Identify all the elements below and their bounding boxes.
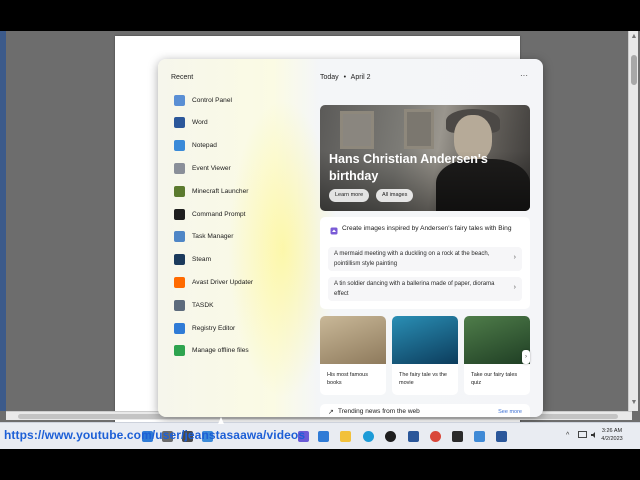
- story-card[interactable]: His most famous books: [320, 316, 386, 395]
- control-panel-icon: [174, 94, 185, 106]
- recent-item[interactable]: Manage offline files: [174, 343, 314, 359]
- recent-item-label: Word: [192, 119, 208, 127]
- recent-item[interactable]: TASDK: [174, 297, 314, 313]
- recent-item-label: Avast Driver Updater: [192, 278, 254, 286]
- recent-item-label: Command Prompt: [192, 210, 246, 218]
- channel-url-overlay: https://www.youtube.com/user/jeanstasaaw…: [4, 428, 306, 442]
- clock-date: 4/2/2023: [601, 436, 623, 442]
- registry-icon: [174, 322, 185, 334]
- recent-heading: Recent: [171, 74, 194, 81]
- recent-item-label: Control Panel: [192, 96, 232, 104]
- word-doc-icon[interactable]: [496, 431, 507, 442]
- chevron-right-icon: ›: [513, 254, 516, 261]
- all-images-button[interactable]: All images: [376, 189, 414, 202]
- more-options-button[interactable]: ···: [516, 71, 532, 83]
- recent-item-label: Notepad: [192, 142, 217, 150]
- tray-chevron-icon[interactable]: ^: [566, 432, 569, 439]
- story-card[interactable]: Take our fairy tales quiz: [464, 316, 530, 395]
- chrome-icon[interactable]: [430, 431, 441, 442]
- widgets-panel: Recent Control Panel Word Notepad Event Vie…: [158, 59, 543, 417]
- event-viewer-icon: [174, 162, 185, 174]
- steam-icon: [174, 254, 185, 266]
- hero-title: Hans Christian Andersen's birthday: [329, 152, 488, 183]
- recent-item[interactable]: Avast Driver Updater: [174, 274, 314, 290]
- recent-item[interactable]: Control Panel: [174, 92, 314, 108]
- clock-time: 3:26 AM: [601, 428, 623, 434]
- learn-more-button[interactable]: Learn more: [329, 189, 370, 202]
- painting-frame: [404, 109, 434, 149]
- store-icon[interactable]: [318, 431, 329, 442]
- date-separator: •: [343, 74, 347, 81]
- vertical-scroll-thumb[interactable]: [631, 55, 637, 85]
- scroll-up-icon[interactable]: ▲: [630, 33, 638, 41]
- avast-icon: [174, 276, 185, 288]
- recent-item[interactable]: Word: [174, 115, 314, 131]
- scroll-down-icon[interactable]: ▼: [630, 399, 638, 407]
- recent-item[interactable]: Task Manager: [174, 229, 314, 245]
- word-icon: [174, 117, 185, 129]
- recent-item-label: Steam: [192, 256, 212, 264]
- clock[interactable]: 3:26 AM 4/2/2023: [592, 427, 632, 443]
- trending-label: Trending news from the web: [338, 408, 420, 415]
- search-icon: [174, 299, 185, 311]
- recent-item-label: Task Manager: [192, 233, 234, 241]
- image-creator-icon: [330, 227, 338, 235]
- bing-create-card: Create images inspired by Andersen's fai…: [320, 217, 530, 309]
- hero-card[interactable]: Hans Christian Andersen's birthday Learn…: [320, 105, 530, 211]
- task-manager-icon: [174, 231, 185, 243]
- prompt-item[interactable]: A tin soldier dancing with a ballerina m…: [328, 277, 522, 301]
- chevron-right-icon: ›: [513, 284, 516, 291]
- recent-item-label: TASDK: [192, 301, 214, 309]
- story-label: Take our fairy tales quiz: [471, 372, 518, 386]
- edge-icon[interactable]: [363, 431, 374, 442]
- see-more-link[interactable]: See more: [498, 409, 522, 415]
- prompt-text: A tin soldier dancing with a ballerina m…: [334, 281, 495, 297]
- word-icon[interactable]: [408, 431, 419, 442]
- file-explorer-icon[interactable]: [340, 431, 351, 442]
- mouse-cursor-icon: [218, 417, 224, 424]
- bing-card-title: Create images inspired by Andersen's fai…: [342, 225, 512, 232]
- recent-item-label: Manage offline files: [192, 347, 249, 355]
- terminal-icon: [174, 208, 185, 220]
- story-image: [320, 316, 386, 364]
- network-icon[interactable]: [578, 431, 587, 439]
- prompt-text: A mermaid meeting with a duckling on a r…: [334, 251, 490, 267]
- next-stories-button[interactable]: ›: [522, 350, 530, 364]
- terminal-icon[interactable]: [452, 431, 463, 442]
- recent-item-label: Minecraft Launcher: [192, 187, 249, 195]
- today-label: Today: [320, 74, 339, 81]
- story-card[interactable]: The fairy tale vs the movie: [392, 316, 458, 395]
- recent-item[interactable]: Notepad: [174, 138, 314, 154]
- recent-item[interactable]: Event Viewer: [174, 160, 314, 176]
- date-value: April 2: [350, 74, 371, 81]
- media-player-icon[interactable]: [385, 431, 396, 442]
- story-image: [464, 316, 530, 364]
- recent-item-label: Registry Editor: [192, 324, 236, 332]
- recent-item[interactable]: Registry Editor: [174, 320, 314, 336]
- minecraft-icon: [174, 185, 185, 197]
- photos-icon[interactable]: [474, 431, 485, 442]
- story-label: The fairy tale vs the movie: [399, 372, 447, 386]
- prompt-item[interactable]: A mermaid meeting with a duckling on a r…: [328, 247, 522, 271]
- story-label: His most famous books: [327, 372, 368, 386]
- date-line: Today • April 2: [320, 74, 371, 81]
- notepad-icon: [174, 140, 185, 152]
- trending-card: ↗ Trending news from the web See more: [320, 404, 530, 417]
- recent-item-label: Event Viewer: [192, 164, 231, 172]
- sync-icon: [174, 345, 185, 357]
- recent-item[interactable]: Minecraft Launcher: [174, 183, 314, 199]
- recent-item[interactable]: Steam: [174, 252, 314, 268]
- recent-item[interactable]: Command Prompt: [174, 206, 314, 222]
- trending-icon: ↗: [328, 409, 334, 416]
- left-window-edge: [0, 31, 6, 411]
- vertical-scrollbar[interactable]: ▲ ▼: [628, 31, 638, 411]
- painting-frame: [340, 111, 374, 149]
- story-image: [392, 316, 458, 364]
